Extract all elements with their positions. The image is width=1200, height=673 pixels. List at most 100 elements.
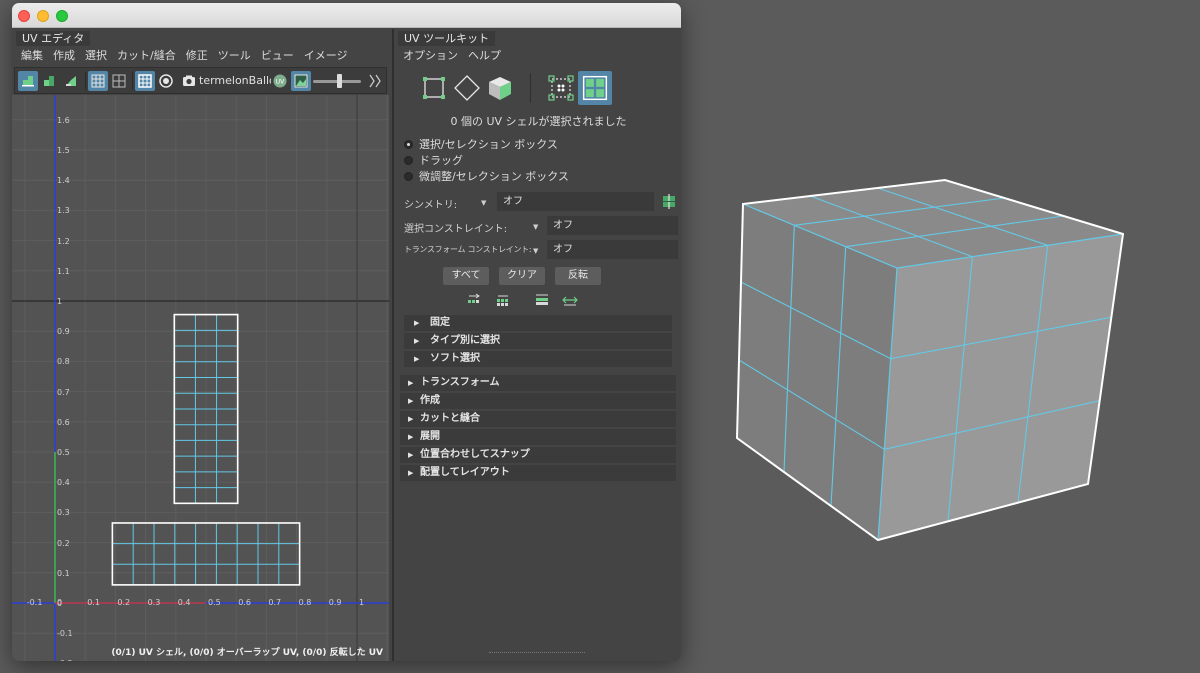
section-unfold[interactable]: ▶ 展開: [400, 429, 676, 445]
menu-select[interactable]: 選択: [80, 46, 112, 66]
cube-mesh-viewport[interactable]: [700, 150, 1170, 570]
menu-help[interactable]: ヘルプ: [463, 46, 506, 66]
minimize-button[interactable]: [37, 10, 49, 22]
section-soft-select[interactable]: ▶ ソフト選択: [404, 351, 672, 367]
radio-select-box[interactable]: 選択/セレクション ボックス: [404, 137, 558, 151]
toggle-distortion-button[interactable]: [61, 71, 81, 91]
target-icon: [159, 74, 173, 88]
toolbar-overflow-button[interactable]: [365, 71, 385, 91]
toggle-grid-button[interactable]: [88, 71, 108, 91]
cube-right-face: [878, 234, 1123, 540]
isolate-icon: [22, 76, 34, 87]
v-tick-label: 1: [57, 297, 63, 306]
section-arrange-layout[interactable]: ▶ 配置してレイアウト: [400, 465, 676, 481]
section-select-by-type[interactable]: ▶ タイプ別に選択: [404, 333, 672, 349]
v-tick-label: 0.6: [57, 417, 70, 427]
radio-drag[interactable]: ドラッグ: [404, 153, 463, 167]
image-icon: [294, 74, 308, 88]
symmetry-axis-button[interactable]: [660, 192, 678, 211]
panel-resize-grip[interactable]: [489, 652, 585, 654]
v-tick-label: 1.6: [57, 115, 70, 125]
uv-toolkit-tab[interactable]: UV ツールキット: [398, 31, 496, 46]
edge-select-icon: [454, 75, 480, 101]
menu-create[interactable]: 作成: [48, 46, 80, 66]
radio-button[interactable]: [404, 155, 413, 165]
shrink-selection-button[interactable]: [466, 293, 482, 307]
select-edge-mode-button[interactable]: [452, 73, 482, 103]
menu-view[interactable]: ビュー: [256, 46, 299, 66]
camera-icon: [183, 75, 195, 86]
select-constraint-label: 選択コンストレイント:: [404, 224, 508, 235]
menu-cut-sew[interactable]: カット/縫合: [112, 46, 181, 66]
menu-edit[interactable]: 編集: [16, 46, 48, 66]
select-uv-mode-button[interactable]: [546, 73, 576, 103]
double-chevron-right-icon: [369, 74, 381, 88]
symmetry-label: シンメトリ:: [404, 200, 458, 211]
section-align-snap[interactable]: ▶ 位置合わせしてスナップ: [400, 447, 676, 463]
toggle-image-display-button[interactable]: [291, 71, 311, 91]
v-tick-label: -0.2: [57, 659, 73, 661]
uv-editor-viewport[interactable]: (0/1) UV シェル, (0/0) オーバーラップ UV, (0/0) 反転…: [12, 95, 389, 661]
menu-image[interactable]: イメージ: [299, 46, 353, 66]
v-tick-label: 0.4: [57, 478, 70, 488]
section-pin[interactable]: ▶ 固定: [404, 315, 672, 331]
v-tick-label: 0.7: [57, 387, 70, 397]
toolbar-divider: [85, 72, 86, 90]
grid-icon: [91, 74, 105, 88]
v-tick-label: 1.1: [57, 266, 70, 276]
clear-button[interactable]: クリア: [499, 267, 545, 285]
select-constraint-dropdown[interactable]: オフ: [547, 216, 678, 235]
menu-options[interactable]: オプション: [398, 46, 463, 66]
select-all-button[interactable]: すべて: [443, 267, 489, 285]
symmetry-axis-icon: [663, 194, 675, 209]
texture-image-button[interactable]: [179, 71, 199, 91]
uv-editor-tab[interactable]: UV エディタ: [16, 31, 91, 46]
u-tick-label: 0.8: [298, 598, 312, 607]
select-border-button[interactable]: [534, 293, 550, 307]
selected-shell-count: 0 個の UV シェルが選択されました: [450, 115, 627, 128]
select-constraint-dropdown-arrow[interactable]: ▼: [533, 223, 538, 231]
select-shortest-path-button[interactable]: [562, 293, 578, 307]
vertex-select-icon: [423, 77, 445, 99]
toggle-isolate-button[interactable]: [18, 71, 38, 91]
transform-constraint-dropdown-arrow[interactable]: ▼: [533, 247, 538, 255]
menu-modify[interactable]: 修正: [181, 46, 213, 66]
svg-text:UV: UV: [276, 79, 285, 86]
toggle-dim-image-button[interactable]: [156, 71, 176, 91]
select-face-mode-button[interactable]: [485, 73, 515, 103]
toggle-pixel-snap-button[interactable]: [109, 71, 129, 91]
v-tick-label: 0.8: [57, 357, 70, 367]
symmetry-dropdown-arrow[interactable]: ▼: [481, 199, 486, 207]
window-titlebar[interactable]: [12, 3, 681, 28]
texture-name[interactable]: termelonBalloon: [199, 74, 271, 87]
section-transform[interactable]: ▶ トランスフォーム: [400, 375, 676, 391]
chevron-right-icon: ▶: [408, 469, 414, 477]
u-tick-label: 0.6: [238, 598, 251, 607]
invert-button[interactable]: 反転: [555, 267, 601, 285]
v-tick-label: 0.9: [57, 327, 70, 337]
radio-button[interactable]: [404, 139, 413, 149]
uv-editor-panel: UV エディタ 編集 作成 選択 カット/縫合 修正 ツール ビュー イメージ: [12, 29, 389, 661]
transform-constraint-dropdown[interactable]: オフ: [547, 240, 678, 259]
menu-tools[interactable]: ツール: [213, 46, 256, 66]
section-cut-sew[interactable]: ▶ カットと縫合: [400, 411, 676, 427]
toggle-texture-border-button[interactable]: [135, 71, 155, 91]
section-create[interactable]: ▶ 作成: [400, 393, 676, 409]
symmetry-dropdown[interactable]: オフ: [497, 192, 654, 211]
u-tick-label: 1: [359, 598, 365, 607]
pixel-grid-icon: [112, 74, 126, 88]
select-vertex-mode-button[interactable]: [419, 73, 449, 103]
image-brightness-slider-handle[interactable]: [337, 74, 342, 88]
select-uv-shell-mode-button[interactable]: [578, 71, 612, 105]
radio-tweak-select-box[interactable]: 微調整/セレクション ボックス: [404, 169, 569, 183]
v-tick-label: 0.1: [57, 568, 70, 578]
zoom-button[interactable]: [56, 10, 68, 22]
u-tick-label: 0.5: [208, 598, 221, 607]
grow-selection-button[interactable]: [495, 293, 511, 307]
uv-sets-icon: UV: [273, 74, 287, 88]
uv-toolkit-panel: UV ツールキット オプション ヘルプ 0 個の UV シェルが選択されました …: [392, 29, 681, 661]
uv-sets-button[interactable]: UV: [270, 71, 290, 91]
radio-button[interactable]: [404, 171, 413, 181]
toggle-shaded-button[interactable]: [39, 71, 59, 91]
close-button[interactable]: [18, 10, 30, 22]
